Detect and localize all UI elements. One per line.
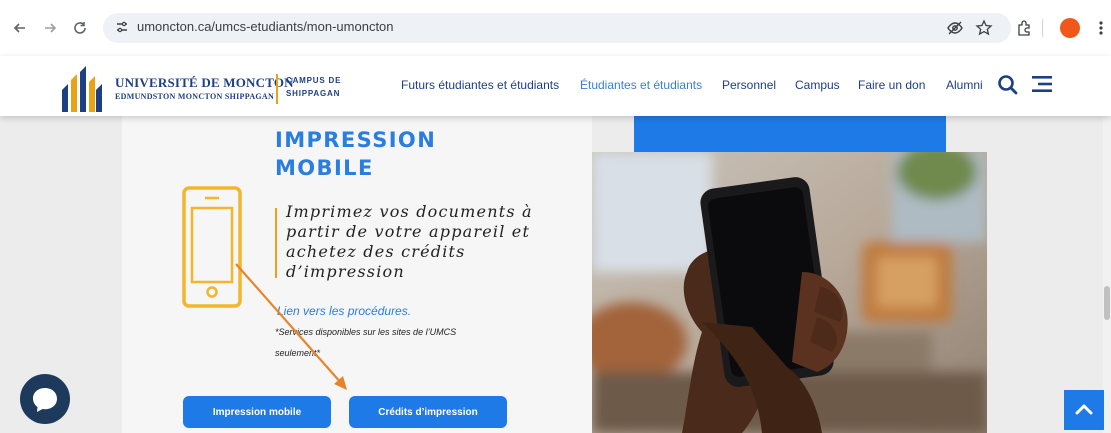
campus-name: SHIPPAGAN bbox=[286, 89, 341, 98]
procedures-link[interactable]: Lien vers les procédures. bbox=[277, 304, 411, 318]
university-name[interactable]: UNIVERSITÉ DE MONCTON bbox=[115, 75, 294, 91]
chevron-up-icon bbox=[1075, 404, 1093, 415]
back-icon[interactable] bbox=[8, 16, 32, 40]
extensions-icon[interactable] bbox=[1012, 16, 1036, 40]
search-icon[interactable] bbox=[996, 73, 1020, 97]
nav-etudiants[interactable]: Étudiantes et étudiants bbox=[580, 78, 702, 92]
toolbar-divider bbox=[1042, 19, 1043, 37]
scrollbar-thumb[interactable] bbox=[1104, 286, 1110, 320]
nav-campus[interactable]: Campus bbox=[795, 78, 840, 92]
site-header: UNIVERSITÉ DE MONCTON EDMUNDSTON MONCTON… bbox=[0, 56, 1111, 116]
chat-button[interactable] bbox=[20, 374, 70, 424]
url-text[interactable]: umoncton.ca/umcs-etudiants/mon-umoncton bbox=[137, 19, 394, 34]
credits-impression-button[interactable]: Crédits d’impression bbox=[349, 396, 507, 428]
impression-mobile-button[interactable]: Impression mobile bbox=[183, 396, 331, 428]
url-row: umoncton.ca/umcs-etudiants/mon-umoncton bbox=[0, 13, 1111, 43]
eye-off-icon[interactable] bbox=[945, 18, 965, 38]
campus-divider bbox=[276, 74, 278, 104]
quote-accent-bar bbox=[275, 208, 277, 278]
availability-note: *Services disponibles sur les sites de l… bbox=[275, 327, 457, 337]
campus-label: CAMPUS DE bbox=[286, 76, 342, 85]
nav-personnel[interactable]: Personnel bbox=[722, 78, 776, 92]
hand-holding-phone-photo bbox=[592, 152, 987, 433]
scroll-to-top-button[interactable] bbox=[1064, 390, 1104, 430]
reload-icon[interactable] bbox=[68, 16, 92, 40]
nav-futurs-etudiants[interactable]: Futurs étudiantes et étudiants bbox=[401, 78, 559, 92]
section-title-line2: MOBILE bbox=[275, 156, 374, 180]
star-icon[interactable] bbox=[974, 18, 994, 38]
availability-note-end: seulement* bbox=[275, 348, 321, 358]
section-title-line1: IMPRESSION bbox=[275, 128, 437, 152]
page-scrollbar[interactable] bbox=[1103, 116, 1111, 433]
chat-icon bbox=[33, 388, 57, 412]
smartphone-icon bbox=[182, 186, 242, 308]
menu-icon[interactable] bbox=[1032, 75, 1052, 93]
quote-text: Imprimez vos documents à partir de votre… bbox=[286, 202, 533, 281]
address-bar[interactable]: umoncton.ca/umcs-etudiants/mon-umoncton bbox=[103, 13, 1011, 43]
browser-toolbar: umoncton.ca/umcs-etudiants/mon-umoncton bbox=[0, 0, 1111, 57]
page-content: IMPRESSION MOBILE Imprimez vos documents… bbox=[0, 116, 1111, 433]
university-campuses: EDMUNDSTON MONCTON SHIPPAGAN bbox=[115, 92, 275, 101]
forward-icon[interactable] bbox=[38, 16, 62, 40]
profile-avatar[interactable] bbox=[1060, 18, 1080, 38]
nav-faire-un-don[interactable]: Faire un don bbox=[858, 78, 925, 92]
blue-banner-block bbox=[634, 116, 946, 152]
nav-alumni[interactable]: Alumni bbox=[946, 78, 983, 92]
university-logo-mark[interactable] bbox=[58, 60, 102, 112]
site-info-icon[interactable] bbox=[115, 20, 129, 34]
more-icon[interactable] bbox=[1089, 16, 1111, 40]
